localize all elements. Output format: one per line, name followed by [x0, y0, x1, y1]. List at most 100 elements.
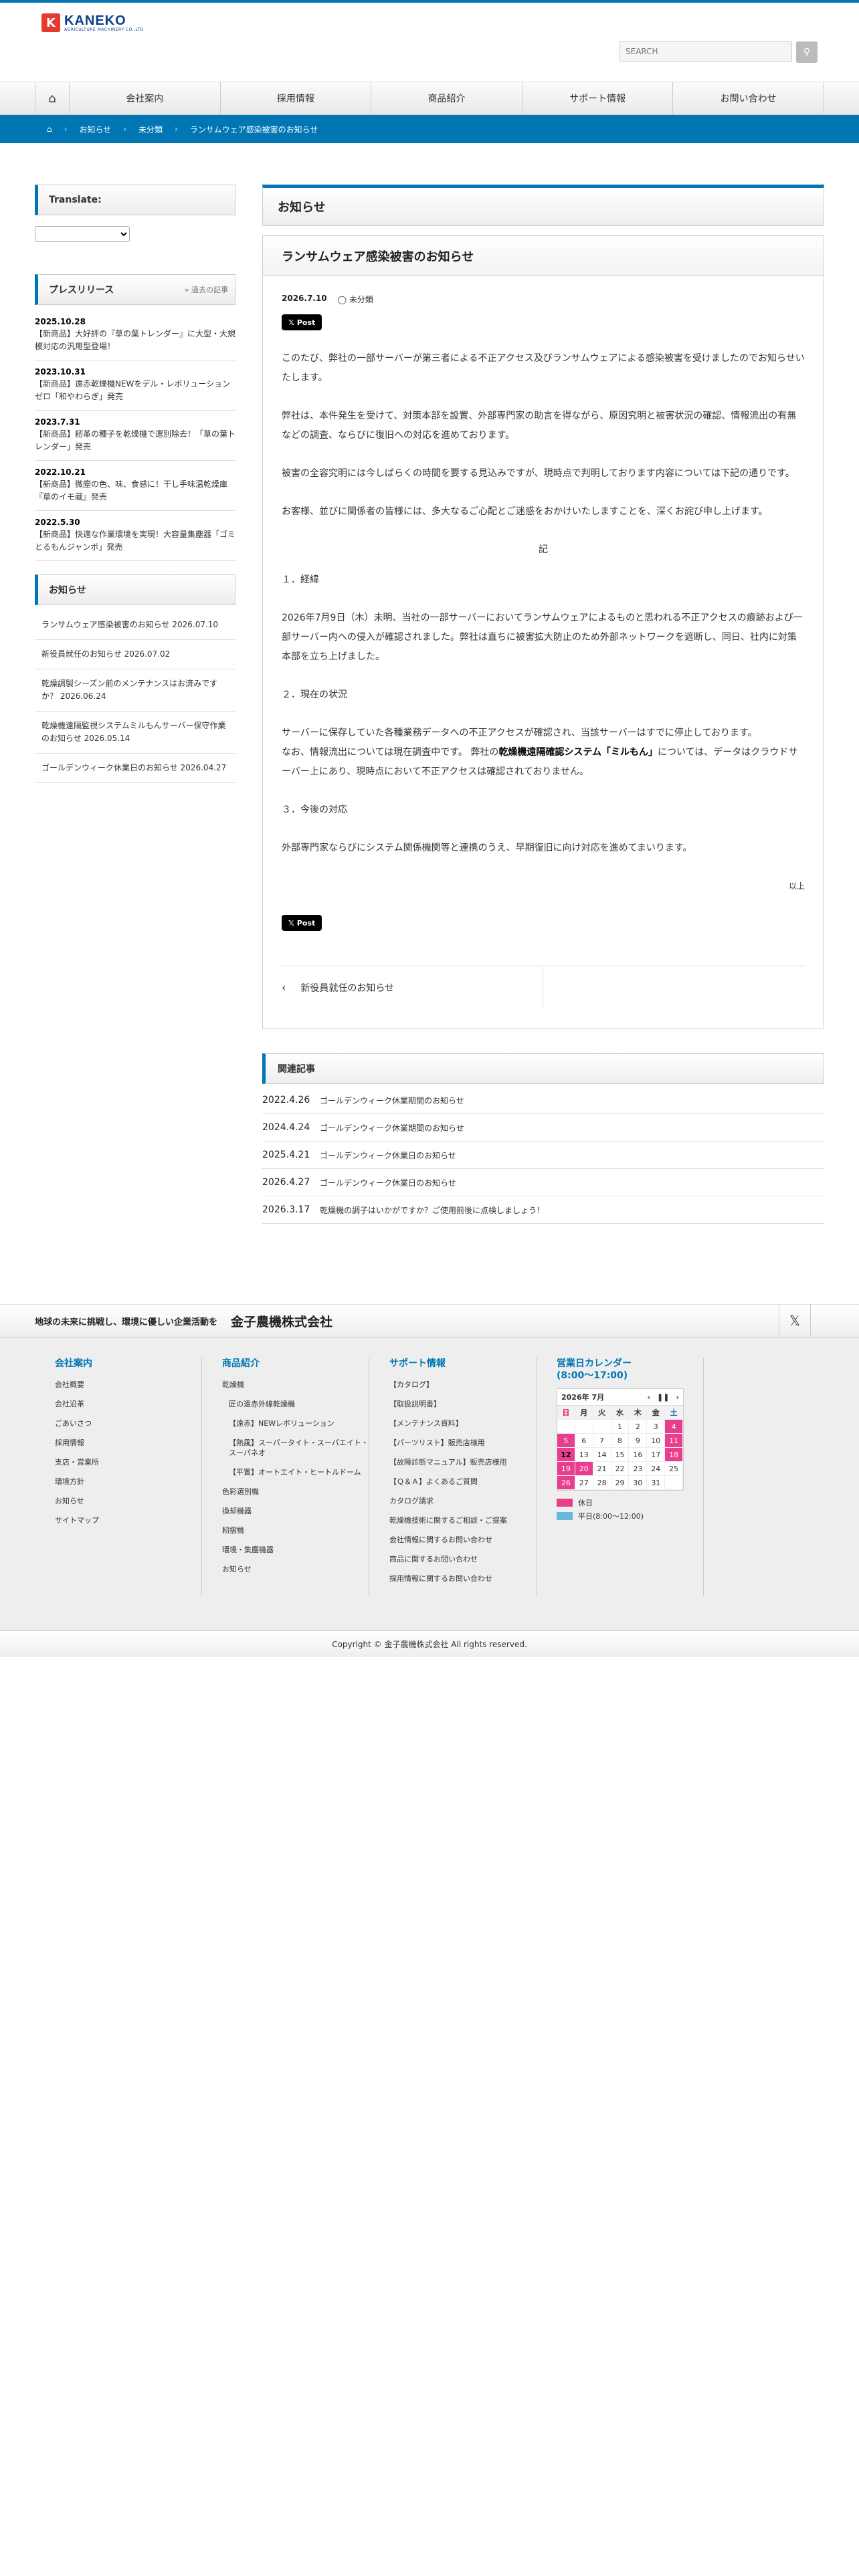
footer-link[interactable]: 【Ｑ＆Ａ】よくあるご質問: [389, 1472, 536, 1491]
nav-contact[interactable]: お問い合わせ: [673, 82, 824, 114]
paragraph: 外部専門家ならびにシステム関係機関等と連携のうえ、早期復旧に向け対応を進めてまい…: [282, 843, 692, 853]
chevron-left-icon: ‹: [282, 981, 286, 994]
logo-text: KANEKO AGRICULTURE MACHINERY CO.,LTD: [64, 14, 144, 32]
footer-link[interactable]: 環境・集塵機器: [222, 1540, 369, 1560]
footer-link[interactable]: 会社情報に関するお問い合わせ: [389, 1530, 536, 1549]
footer-link[interactable]: サイトマップ: [55, 1511, 201, 1530]
calendar-grid: 日月火水木金土 1 2 3 4 5 6 7 8 9 10 11 12 13 14 15 16 17 18 19 20 21…: [557, 1405, 683, 1490]
press-heading-label: プレスリリース: [49, 285, 114, 296]
footer-link[interactable]: 採用情報に関するお問い合わせ: [389, 1569, 536, 1588]
prev-post-link[interactable]: ‹ 新役員就任のお知らせ: [282, 966, 543, 1008]
pause-icon[interactable]: ❚❚: [657, 1393, 669, 1402]
footer-company: 金子農機株式会社: [231, 1314, 333, 1329]
calendar-day: 26: [557, 1476, 575, 1490]
news-item[interactable]: 新役員就任のお知らせ 2026.07.02: [35, 640, 235, 669]
related-date: 2024.4.24: [262, 1122, 310, 1133]
nav-products[interactable]: 商品紹介: [371, 82, 522, 114]
footer-link[interactable]: 換却機器: [222, 1501, 369, 1521]
x-post-button[interactable]: 𝕏 Post: [282, 314, 322, 330]
global-nav: ⌂ 会社案内 採用情報 商品紹介 サポート情報 お問い合わせ: [0, 82, 859, 115]
chevron-left-icon[interactable]: ‹: [647, 1393, 650, 1402]
site-logo[interactable]: K KANEKO AGRICULTURE MACHINERY CO.,LTD: [41, 13, 144, 32]
breadcrumb-home[interactable]: ⌂: [35, 124, 64, 134]
footer-link[interactable]: 支店・営業所: [55, 1453, 201, 1472]
section-heading: ２．現在の状況: [282, 689, 347, 700]
footer-link[interactable]: お知らせ: [55, 1491, 201, 1511]
related-item[interactable]: 2026.4.27 ゴールデンウィーク休業日のお知らせ: [262, 1169, 824, 1196]
news-item[interactable]: ランサムウェア感染被害のお知らせ 2026.07.10: [35, 611, 235, 640]
calendar-legend: 休日 平日(8:00〜12:00): [557, 1497, 703, 1521]
press-item[interactable]: 2022.10.21 【新商品】微塵の色、味、食感に！干し手味温乾燥庫『草のイモ…: [35, 461, 235, 511]
press-item[interactable]: 2023.7.31 【新商品】籾革の種子を乾燥機で選別除去！「草の葉トレンダー」…: [35, 411, 235, 461]
related-title: ゴールデンウィーク休業日のお知らせ: [320, 1150, 456, 1160]
news-item[interactable]: ゴールデンウィーク休業日のお知らせ 2026.04.27: [35, 754, 235, 783]
paragraph: 弊社は、本件発生を受けて、対策本部を設置、外部専門家の助言を得ながら、原因究明と…: [282, 411, 797, 441]
x-social-link[interactable]: 𝕏: [779, 1305, 811, 1337]
calendar-controls: ‹ ❚❚ ›: [647, 1393, 679, 1402]
chevron-right-icon[interactable]: ›: [676, 1393, 679, 1402]
footer-link[interactable]: 【平置】オートエイト・ヒートルドーム: [222, 1463, 369, 1482]
news-heading: お知らせ: [35, 574, 235, 605]
footer-col-title: 商品紹介: [222, 1358, 260, 1369]
calendar-day: 8: [611, 1434, 630, 1448]
press-item[interactable]: 2022.5.30 【新商品】快適な作業環境を実現！大容量集塵器「ゴミとるもんジ…: [35, 511, 235, 561]
related-date: 2026.3.17: [262, 1204, 310, 1215]
calendar-day: 29: [611, 1476, 630, 1490]
related-item[interactable]: 2024.4.24 ゴールデンウィーク休業期間のお知らせ: [262, 1114, 824, 1142]
x-post-button[interactable]: 𝕏 Post: [282, 915, 322, 931]
calendar-day: 11: [665, 1434, 683, 1448]
footer-link[interactable]: 乾燥機技術に関するご相談・ご提案: [389, 1511, 536, 1530]
footer-link[interactable]: ごあいさつ: [55, 1414, 201, 1433]
breadcrumb-current: ランサムウェア感染被害のお知らせ: [189, 124, 318, 134]
press-item[interactable]: 2025.10.28 【新商品】大好評の『草の葉トレンダー』に大型・大規模対応の…: [35, 310, 235, 360]
press-more-link[interactable]: » 過去の記事: [185, 284, 228, 295]
footer-link[interactable]: 商品に関するお問い合わせ: [389, 1549, 536, 1569]
footer-link[interactable]: 【パーツリスト】販売店様用: [389, 1433, 536, 1453]
footer-link[interactable]: 会社概要: [55, 1375, 201, 1394]
related-item[interactable]: 2025.4.21 ゴールデンウィーク休業日のお知らせ: [262, 1142, 824, 1169]
footer-link[interactable]: 【故障診断マニュアル】販売店様用: [389, 1453, 536, 1472]
article-category[interactable]: ◯ 未分類: [338, 294, 373, 305]
related-item[interactable]: 2022.4.26 ゴールデンウィーク休業期間のお知らせ: [262, 1087, 824, 1114]
footer-link[interactable]: 会社沿革: [55, 1394, 201, 1414]
news-item[interactable]: 乾燥機遠隔監視システムミルもんサーバー保守作業のお知らせ 2026.05.14: [35, 712, 235, 754]
footer-link[interactable]: 【カタログ】: [389, 1375, 536, 1394]
footer-link[interactable]: 【メンテナンス資料】: [389, 1414, 536, 1433]
nav-home[interactable]: ⌂: [35, 82, 70, 114]
sidebar: Translate: プレスリリース » 過去の記事 2025.10.28 【新…: [35, 185, 235, 783]
home-icon: ⌂: [48, 91, 56, 106]
nav-recruit[interactable]: 採用情報: [221, 82, 372, 114]
search-button[interactable]: ⚲: [796, 41, 818, 63]
press-date: 2023.10.31: [35, 367, 86, 377]
calendar-dow: 金: [647, 1406, 666, 1420]
footer-link[interactable]: 環境方針: [55, 1472, 201, 1491]
footer-link[interactable]: 乾燥機: [222, 1375, 369, 1394]
search-form: ⚲: [619, 41, 818, 63]
footer-link[interactable]: 採用情報: [55, 1433, 201, 1453]
footer-link[interactable]: 【熱風】スーパータイト・スーパエイト・スーパネオ: [222, 1433, 369, 1463]
footer-link[interactable]: 【遠赤】NEWレボリューション: [222, 1414, 369, 1433]
related-title: ゴールデンウィーク休業期間のお知らせ: [320, 1123, 464, 1133]
calendar-day: 5: [557, 1434, 575, 1448]
breadcrumb-news[interactable]: お知らせ: [67, 124, 123, 135]
news-item[interactable]: 乾燥調製シーズン前のメンテナンスはお済みですか？ 2026.06.24: [35, 669, 235, 712]
footer-col-title: 会社案内: [55, 1358, 92, 1369]
nav-company[interactable]: 会社案内: [70, 82, 221, 114]
breadcrumb-category[interactable]: 未分類: [126, 124, 175, 135]
search-input[interactable]: [619, 41, 792, 62]
footer-link[interactable]: 匠の遠赤外線乾燥機: [222, 1394, 369, 1414]
footer-link[interactable]: 【取扱説明書】: [389, 1394, 536, 1414]
press-item[interactable]: 2023.10.31 【新商品】遠赤乾燥機NEWをデル・レボリューションゼロ「和…: [35, 360, 235, 411]
footer-link[interactable]: 籾摺機: [222, 1521, 369, 1540]
footer-col-products: 商品紹介 乾燥機 匠の遠赤外線乾燥機 【遠赤】NEWレボリューション 【熱風】ス…: [202, 1358, 369, 1596]
footer-link[interactable]: お知らせ: [222, 1560, 369, 1579]
legend-holiday-label: 休日: [578, 1499, 593, 1507]
footer-link[interactable]: 色彩選別機: [222, 1482, 369, 1501]
footer-link[interactable]: カタログ請求: [389, 1491, 536, 1511]
related-item[interactable]: 2026.3.17 乾燥機の調子はいかがですか？ご使用前後に点検しましょう！: [262, 1196, 824, 1224]
press-release-section: プレスリリース » 過去の記事 2025.10.28 【新商品】大好評の『草の葉…: [35, 274, 235, 561]
ki-marker: 記: [539, 544, 548, 555]
translate-select[interactable]: [35, 226, 130, 242]
x-icon: 𝕏: [789, 1313, 801, 1329]
nav-support[interactable]: サポート情報: [522, 82, 674, 114]
